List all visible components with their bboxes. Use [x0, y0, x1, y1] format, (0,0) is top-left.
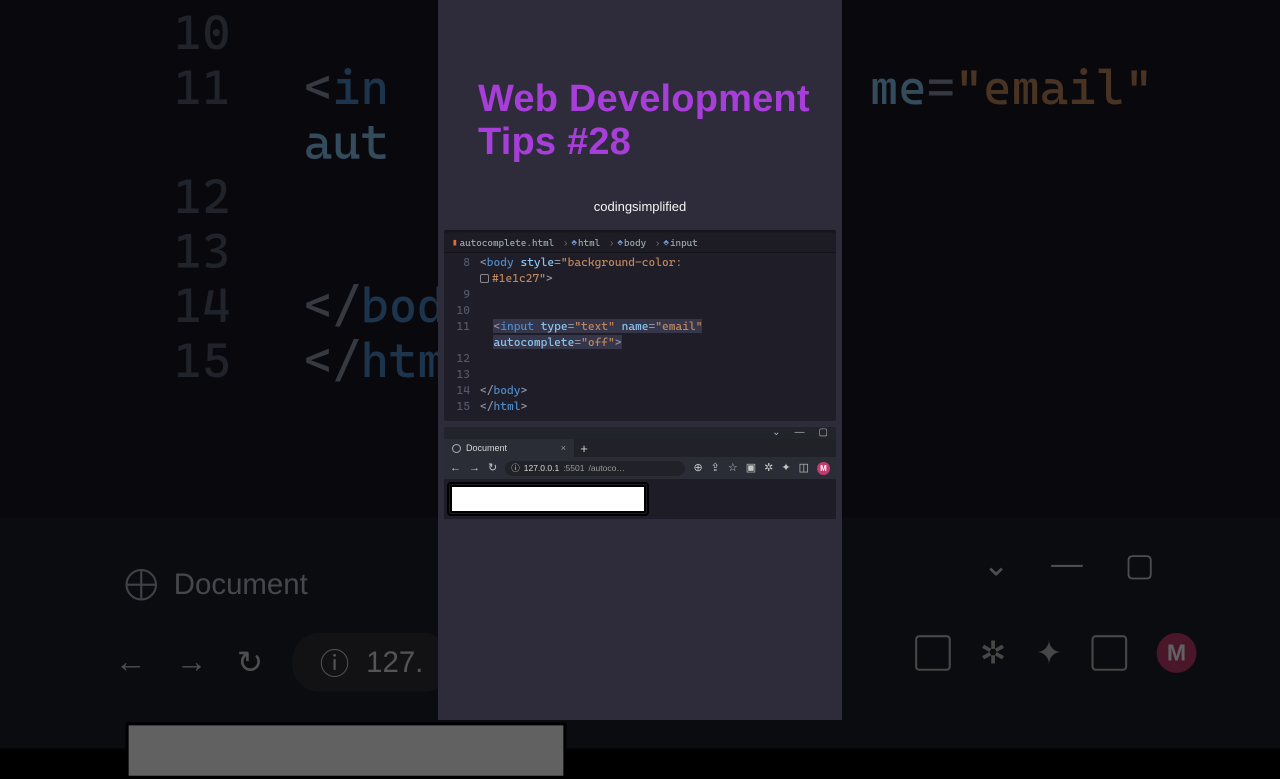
globe-icon — [452, 444, 461, 453]
maximize-icon[interactable]: ▢ — [819, 428, 828, 438]
dropdown-icon[interactable]: ⌄ — [772, 428, 780, 438]
zoom-icon[interactable]: ⊕ — [693, 463, 702, 474]
browser-viewport — [444, 479, 836, 519]
email-input[interactable] — [450, 485, 646, 513]
tag-icon: ⬘ — [663, 238, 669, 249]
minimize-icon[interactable]: — — [795, 428, 805, 438]
bookmark-icon[interactable]: ☆ — [728, 463, 738, 474]
reload-button[interactable]: ↻ — [488, 463, 497, 474]
back-button[interactable]: ← — [450, 463, 461, 474]
profile-avatar[interactable]: M — [817, 462, 830, 475]
info-icon[interactable]: ⓘ — [511, 462, 520, 474]
address-bar[interactable]: ⓘ 127.0.0.1:5501/autoco… — [505, 461, 685, 476]
tab-title: Document — [466, 443, 507, 453]
close-tab-icon[interactable]: × — [561, 443, 566, 453]
extensions-icon[interactable]: ✦ — [781, 463, 790, 474]
code-editor: ▮autocomplete.html ›⬘html ›⬘body ›⬘input… — [444, 230, 836, 421]
tag-icon: ⬘ — [571, 238, 577, 249]
browser-toolbar: ← → ↻ ⓘ 127.0.0.1:5501/autoco… ⊕ ⇪ ☆ ▣ ✲… — [444, 457, 836, 479]
window-controls: ⌄ — ▢ — [444, 427, 836, 439]
page-title: Web Development Tips #28 — [478, 78, 842, 163]
sidepanel-icon[interactable]: ◫ — [799, 463, 809, 474]
forward-button[interactable]: → — [469, 463, 480, 474]
foreground-panel: Web Development Tips #28 codingsimplifie… — [438, 0, 842, 720]
tag-icon: ⬘ — [617, 238, 623, 249]
tab-bar: Document × + — [444, 439, 836, 457]
browser-window: ⌄ — ▢ Document × + ← → ↻ ⓘ 127.0.0.1:550… — [444, 427, 836, 519]
author-handle: codingsimplified — [438, 199, 842, 214]
new-tab-button[interactable]: + — [574, 439, 594, 457]
react-devtools-icon[interactable]: ✲ — [764, 463, 773, 474]
app-icon[interactable]: ▣ — [746, 463, 756, 474]
share-icon[interactable]: ⇪ — [711, 463, 720, 474]
editor-body[interactable]: 8<body style="background-color:#1e1c27">… — [444, 253, 836, 421]
breadcrumb[interactable]: ▮autocomplete.html ›⬘html ›⬘body ›⬘input — [444, 235, 836, 253]
browser-tab[interactable]: Document × — [444, 439, 574, 457]
html-file-icon: ▮ — [452, 238, 458, 249]
